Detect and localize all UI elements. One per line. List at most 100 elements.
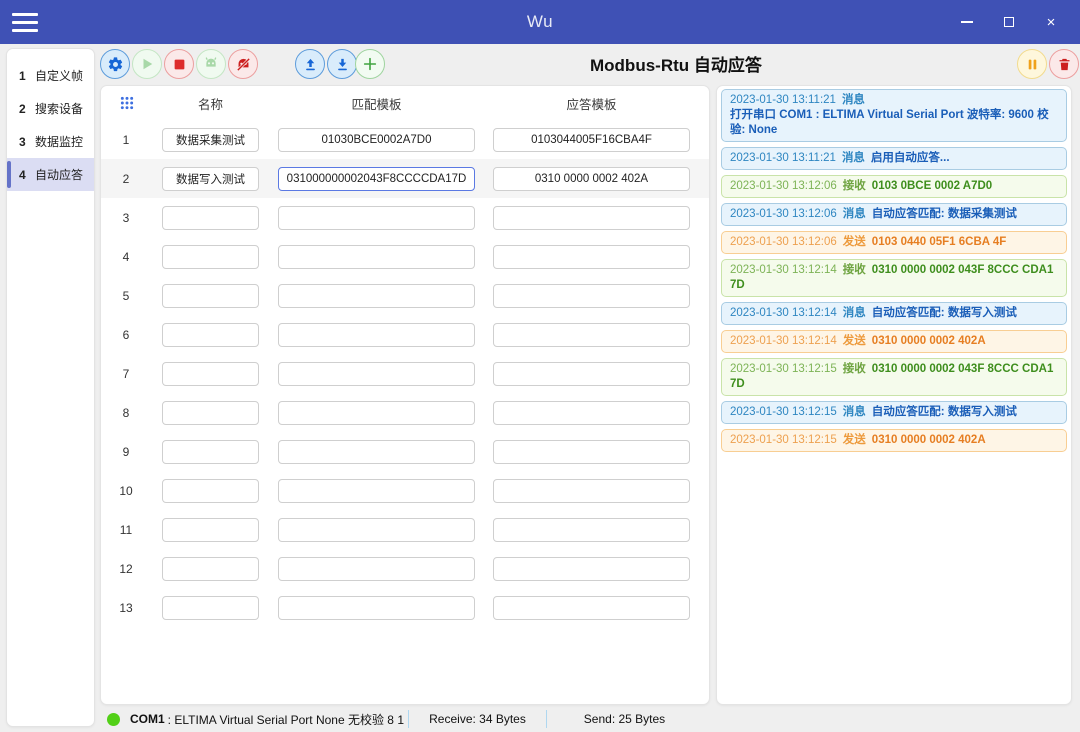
row-8-name-input[interactable] xyxy=(162,401,259,425)
log-type-label: 消息 xyxy=(842,94,865,106)
close-button[interactable]: × xyxy=(1030,0,1072,44)
row-2-name-input[interactable] xyxy=(162,167,259,191)
sidebar-item-1[interactable]: 1自定义帧 xyxy=(7,59,94,92)
row-3-name-input[interactable] xyxy=(162,206,259,230)
row-3-reply-template-input[interactable] xyxy=(493,206,690,230)
log-type-label: 接收 xyxy=(843,363,866,375)
pause-icon[interactable] xyxy=(1017,49,1047,79)
row-5-match-template-input[interactable] xyxy=(278,284,475,308)
sidebar-item-4[interactable]: 4自动应答 xyxy=(7,158,94,191)
minimize-button[interactable] xyxy=(946,0,988,44)
log-type-label: 消息 xyxy=(843,307,866,319)
play-icon[interactable] xyxy=(132,49,162,79)
row-5-reply-template-input[interactable] xyxy=(493,284,690,308)
row-6-name-input[interactable] xyxy=(162,323,259,347)
add-icon[interactable] xyxy=(355,49,385,79)
row-12-match-template-input[interactable] xyxy=(278,557,475,581)
row-7-match-template-input[interactable] xyxy=(278,362,475,386)
row-number: 7 xyxy=(101,367,151,381)
row-9-name-input[interactable] xyxy=(162,440,259,464)
log-timestamp: 2023-01-30 13:12:15 xyxy=(730,406,837,418)
row-4-match-template-input[interactable] xyxy=(278,245,475,269)
row-2-reply-template-input[interactable] xyxy=(493,167,690,191)
row-1-name-input[interactable] xyxy=(162,128,259,152)
row-1-match-template-input[interactable] xyxy=(278,128,475,152)
row-number: 5 xyxy=(101,289,151,303)
row-10-reply-template-input[interactable] xyxy=(493,479,690,503)
row-8-match-template-input[interactable] xyxy=(278,401,475,425)
port-name: COM1 xyxy=(130,712,165,726)
sidebar-item-2[interactable]: 2搜索设备 xyxy=(7,92,94,125)
clear-log-icon[interactable] xyxy=(1049,49,1079,79)
drag-grid-icon[interactable] xyxy=(119,95,135,111)
row-11-name-input[interactable] xyxy=(162,518,259,542)
log-type-label: 接收 xyxy=(843,264,866,276)
row-7-name-input[interactable] xyxy=(162,362,259,386)
row-8-reply-template-input[interactable] xyxy=(493,401,690,425)
log-content: 打开串口 COM1 : ELTIMA Virtual Serial Port 波… xyxy=(730,108,1058,138)
log-type-label: 发送 xyxy=(843,236,866,248)
table-row: 3 xyxy=(101,198,709,237)
row-12-reply-template-input[interactable] xyxy=(493,557,690,581)
log-content: 0310 0000 0002 402A xyxy=(872,335,986,347)
column-header-name: 名称 xyxy=(162,94,259,113)
log-entry-message: 2023-01-30 13:11:21消息启用自动应答... xyxy=(721,147,1067,170)
row-6-reply-template-input[interactable] xyxy=(493,323,690,347)
log-content: 0103 0440 05F1 6CBA 4F xyxy=(872,236,1006,248)
row-number: 12 xyxy=(101,562,151,576)
sidebar-item-3[interactable]: 3数据监控 xyxy=(7,125,94,158)
log-timestamp: 2023-01-30 13:11:21 xyxy=(730,94,836,106)
row-4-reply-template-input[interactable] xyxy=(493,245,690,269)
log-content: 自动应答匹配: 数据写入测试 xyxy=(872,307,1017,319)
log-type-label: 接收 xyxy=(843,180,866,192)
log-type-label: 消息 xyxy=(843,208,866,220)
log-timestamp: 2023-01-30 13:12:06 xyxy=(730,208,837,220)
row-12-name-input[interactable] xyxy=(162,557,259,581)
row-6-match-template-input[interactable] xyxy=(278,323,475,347)
stop-icon[interactable] xyxy=(164,49,194,79)
row-9-reply-template-input[interactable] xyxy=(493,440,690,464)
row-13-reply-template-input[interactable] xyxy=(493,596,690,620)
row-2-match-template-input[interactable] xyxy=(278,167,475,191)
row-3-match-template-input[interactable] xyxy=(278,206,475,230)
table-header: 名称 匹配模板 应答模板 xyxy=(101,86,709,120)
row-number: 11 xyxy=(101,523,151,537)
settings-icon[interactable] xyxy=(100,49,130,79)
sidebar-item-number: 1 xyxy=(19,69,35,83)
table-row: 5 xyxy=(101,276,709,315)
table-row: 1 xyxy=(101,120,709,159)
log-entry-message: 2023-01-30 13:12:14消息自动应答匹配: 数据写入测试 xyxy=(721,302,1067,325)
sidebar-item-label: 自动应答 xyxy=(35,166,83,183)
sidebar-item-number: 4 xyxy=(19,168,35,182)
log-entry-receive: 2023-01-30 13:12:14接收0310 0000 0002 043F… xyxy=(721,259,1067,297)
table-row: 11 xyxy=(101,510,709,549)
log-entry-receive: 2023-01-30 13:12:06接收0103 0BCE 0002 A7D0 xyxy=(721,175,1067,198)
row-7-reply-template-input[interactable] xyxy=(493,362,690,386)
row-11-match-template-input[interactable] xyxy=(278,518,475,542)
table-row: 2 xyxy=(101,159,709,198)
download-icon[interactable] xyxy=(327,49,357,79)
table-row: 8 xyxy=(101,393,709,432)
row-13-name-input[interactable] xyxy=(162,596,259,620)
row-4-name-input[interactable] xyxy=(162,245,259,269)
log-entry-message: 2023-01-30 13:12:15消息自动应答匹配: 数据写入测试 xyxy=(721,401,1067,424)
row-11-reply-template-input[interactable] xyxy=(493,518,690,542)
log-content: 0103 0BCE 0002 A7D0 xyxy=(872,180,992,192)
auto-reply-disable-icon[interactable] xyxy=(228,49,258,79)
row-1-reply-template-input[interactable] xyxy=(493,128,690,152)
page-title: Modbus-Rtu 自动应答 xyxy=(590,51,762,76)
maximize-button[interactable] xyxy=(988,0,1030,44)
row-13-match-template-input[interactable] xyxy=(278,596,475,620)
upload-icon[interactable] xyxy=(295,49,325,79)
log-type-label: 消息 xyxy=(843,406,866,418)
auto-reply-enable-icon[interactable] xyxy=(196,49,226,79)
send-bytes: Send: 25 Bytes xyxy=(547,712,702,726)
auto-reply-table-panel: 名称 匹配模板 应答模板 12345678910111213 xyxy=(100,85,710,705)
row-5-name-input[interactable] xyxy=(162,284,259,308)
row-9-match-template-input[interactable] xyxy=(278,440,475,464)
sidebar-item-label: 数据监控 xyxy=(35,133,83,150)
row-10-name-input[interactable] xyxy=(162,479,259,503)
log-timestamp: 2023-01-30 13:12:06 xyxy=(730,236,837,248)
statusbar: COM1 : ELTIMA Virtual Serial Port None 无… xyxy=(100,706,1080,732)
row-10-match-template-input[interactable] xyxy=(278,479,475,503)
